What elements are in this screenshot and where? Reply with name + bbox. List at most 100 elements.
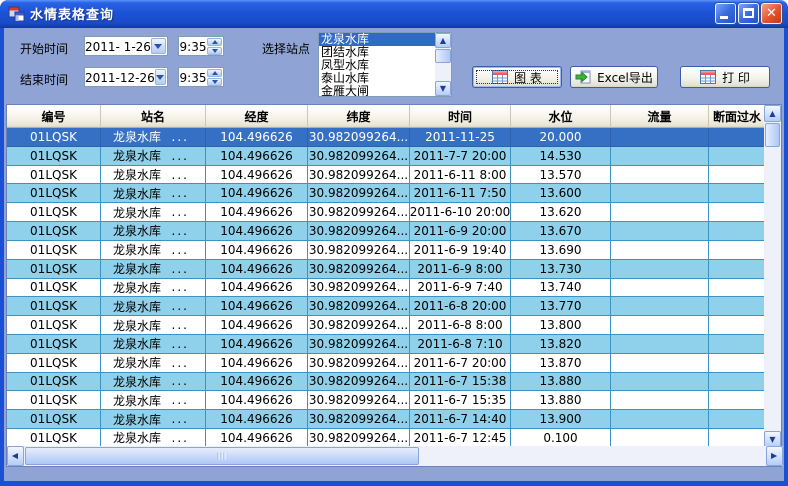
cell-level[interactable]: 13.870 bbox=[511, 354, 611, 373]
cell-level[interactable]: 20.000 bbox=[511, 128, 611, 147]
column-header-2[interactable]: 经度 bbox=[206, 105, 308, 128]
cell-flow[interactable] bbox=[611, 203, 709, 222]
cell-lat[interactable]: 30.982099264... bbox=[308, 410, 410, 429]
cell-time[interactable]: 2011-6-8 8:00 bbox=[410, 316, 511, 335]
scrollbar-thumb[interactable] bbox=[435, 49, 451, 63]
cell-lon[interactable]: 104.496626 bbox=[206, 203, 308, 222]
table-row[interactable]: 01LQSK龙泉水库...104.49662630.982099264...20… bbox=[7, 373, 766, 392]
cell-section[interactable] bbox=[709, 316, 766, 335]
cell-station[interactable]: 龙泉水库... bbox=[101, 203, 206, 222]
cell-id[interactable]: 01LQSK bbox=[7, 260, 101, 279]
cell-lon[interactable]: 104.496626 bbox=[206, 297, 308, 316]
cell-level[interactable]: 13.690 bbox=[511, 241, 611, 260]
table-row[interactable]: 01LQSK龙泉水库...104.49662630.982099264...20… bbox=[7, 166, 766, 185]
cell-time[interactable]: 2011-6-8 20:00 bbox=[410, 297, 511, 316]
vertical-scrollbar[interactable]: ▲ ▼ bbox=[764, 105, 781, 448]
cell-time[interactable]: 2011-6-9 19:40 bbox=[410, 241, 511, 260]
cell-lat[interactable]: 30.982099264... bbox=[308, 391, 410, 410]
cell-lat[interactable]: 30.982099264... bbox=[308, 128, 410, 147]
cell-flow[interactable] bbox=[611, 260, 709, 279]
column-header-0[interactable]: 编号 bbox=[7, 105, 101, 128]
cell-lat[interactable]: 30.982099264... bbox=[308, 373, 410, 392]
column-header-5[interactable]: 水位 bbox=[511, 105, 611, 128]
cell-id[interactable]: 01LQSK bbox=[7, 354, 101, 373]
cell-id[interactable]: 01LQSK bbox=[7, 128, 101, 147]
table-row[interactable]: 01LQSK龙泉水库...104.49662630.982099264...20… bbox=[7, 260, 766, 279]
cell-section[interactable] bbox=[709, 128, 766, 147]
cell-lon[interactable]: 104.496626 bbox=[206, 373, 308, 392]
table-row[interactable]: 01LQSK龙泉水库...104.49662630.982099264...20… bbox=[7, 128, 766, 147]
cell-level[interactable]: 13.900 bbox=[511, 410, 611, 429]
cell-time[interactable]: 2011-6-7 12:45 bbox=[410, 429, 511, 448]
cell-id[interactable]: 01LQSK bbox=[7, 391, 101, 410]
cell-time[interactable]: 2011-6-7 20:00 bbox=[410, 354, 511, 373]
print-button[interactable]: 打 印 bbox=[680, 66, 770, 88]
column-header-4[interactable]: 时间 bbox=[410, 105, 511, 128]
cell-flow[interactable] bbox=[611, 316, 709, 335]
cell-id[interactable]: 01LQSK bbox=[7, 410, 101, 429]
cell-level[interactable]: 13.880 bbox=[511, 391, 611, 410]
column-header-1[interactable]: 站名 bbox=[101, 105, 206, 128]
table-row[interactable]: 01LQSK龙泉水库...104.49662630.982099264...20… bbox=[7, 316, 766, 335]
scrollbar-track[interactable] bbox=[764, 148, 781, 431]
cell-flow[interactable] bbox=[611, 147, 709, 166]
cell-section[interactable] bbox=[709, 260, 766, 279]
cell-station[interactable]: 龙泉水库... bbox=[101, 147, 206, 166]
cell-flow[interactable] bbox=[611, 335, 709, 354]
cell-flow[interactable] bbox=[611, 354, 709, 373]
cell-station[interactable]: 龙泉水库... bbox=[101, 335, 206, 354]
start-time-down-button[interactable] bbox=[207, 47, 222, 55]
cell-section[interactable] bbox=[709, 429, 766, 448]
cell-time[interactable]: 2011-6-11 7:50 bbox=[410, 184, 511, 203]
cell-time[interactable]: 2011-6-7 14:40 bbox=[410, 410, 511, 429]
scroll-left-button[interactable]: ▲ bbox=[7, 446, 24, 466]
end-date-picker[interactable]: 2011-12-26 bbox=[84, 67, 168, 87]
cell-lat[interactable]: 30.982099264... bbox=[308, 184, 410, 203]
cell-level[interactable]: 13.730 bbox=[511, 260, 611, 279]
cell-id[interactable]: 01LQSK bbox=[7, 316, 101, 335]
cell-station[interactable]: 龙泉水库... bbox=[101, 260, 206, 279]
scrollbar-track[interactable] bbox=[419, 446, 766, 466]
cell-flow[interactable] bbox=[611, 373, 709, 392]
cell-section[interactable] bbox=[709, 373, 766, 392]
cell-flow[interactable] bbox=[611, 241, 709, 260]
cell-station[interactable]: 龙泉水库... bbox=[101, 184, 206, 203]
cell-station[interactable]: 龙泉水库... bbox=[101, 391, 206, 410]
station-list-item[interactable]: 金雁大闸 bbox=[319, 85, 435, 96]
scroll-up-button[interactable]: ▲ bbox=[435, 33, 451, 48]
cell-level[interactable]: 13.740 bbox=[511, 279, 611, 298]
scroll-right-button[interactable]: ▲ bbox=[766, 446, 783, 466]
cell-time[interactable]: 2011-6-10 20:00 bbox=[410, 203, 511, 222]
cell-station[interactable]: 龙泉水库... bbox=[101, 297, 206, 316]
cell-lon[interactable]: 104.496626 bbox=[206, 354, 308, 373]
cell-time[interactable]: 2011-7-7 20:00 bbox=[410, 147, 511, 166]
cell-station[interactable]: 龙泉水库... bbox=[101, 354, 206, 373]
table-row[interactable]: 01LQSK龙泉水库...104.49662630.982099264...20… bbox=[7, 354, 766, 373]
cell-level[interactable]: 13.770 bbox=[511, 297, 611, 316]
cell-section[interactable] bbox=[709, 166, 766, 185]
cell-lat[interactable]: 30.982099264... bbox=[308, 241, 410, 260]
scroll-up-button[interactable]: ▲ bbox=[764, 105, 781, 122]
cell-lon[interactable]: 104.496626 bbox=[206, 222, 308, 241]
cell-flow[interactable] bbox=[611, 391, 709, 410]
scrollbar-thumb[interactable] bbox=[765, 123, 780, 147]
listbox-scrollbar[interactable]: ▲ ▼ bbox=[435, 33, 451, 96]
cell-lon[interactable]: 104.496626 bbox=[206, 260, 308, 279]
cell-flow[interactable] bbox=[611, 128, 709, 147]
cell-level[interactable]: 14.530 bbox=[511, 147, 611, 166]
cell-time[interactable]: 2011-6-7 15:38 bbox=[410, 373, 511, 392]
cell-id[interactable]: 01LQSK bbox=[7, 297, 101, 316]
cell-lon[interactable]: 104.496626 bbox=[206, 128, 308, 147]
cell-flow[interactable] bbox=[611, 166, 709, 185]
cell-lat[interactable]: 30.982099264... bbox=[308, 297, 410, 316]
cell-level[interactable]: 13.880 bbox=[511, 373, 611, 392]
cell-lat[interactable]: 30.982099264... bbox=[308, 166, 410, 185]
cell-lon[interactable]: 104.496626 bbox=[206, 429, 308, 448]
cell-station[interactable]: 龙泉水库... bbox=[101, 316, 206, 335]
cell-section[interactable] bbox=[709, 203, 766, 222]
cell-id[interactable]: 01LQSK bbox=[7, 147, 101, 166]
table-row[interactable]: 01LQSK龙泉水库...104.49662630.982099264...20… bbox=[7, 241, 766, 260]
cell-section[interactable] bbox=[709, 297, 766, 316]
cell-section[interactable] bbox=[709, 279, 766, 298]
minimize-button[interactable] bbox=[715, 3, 736, 24]
